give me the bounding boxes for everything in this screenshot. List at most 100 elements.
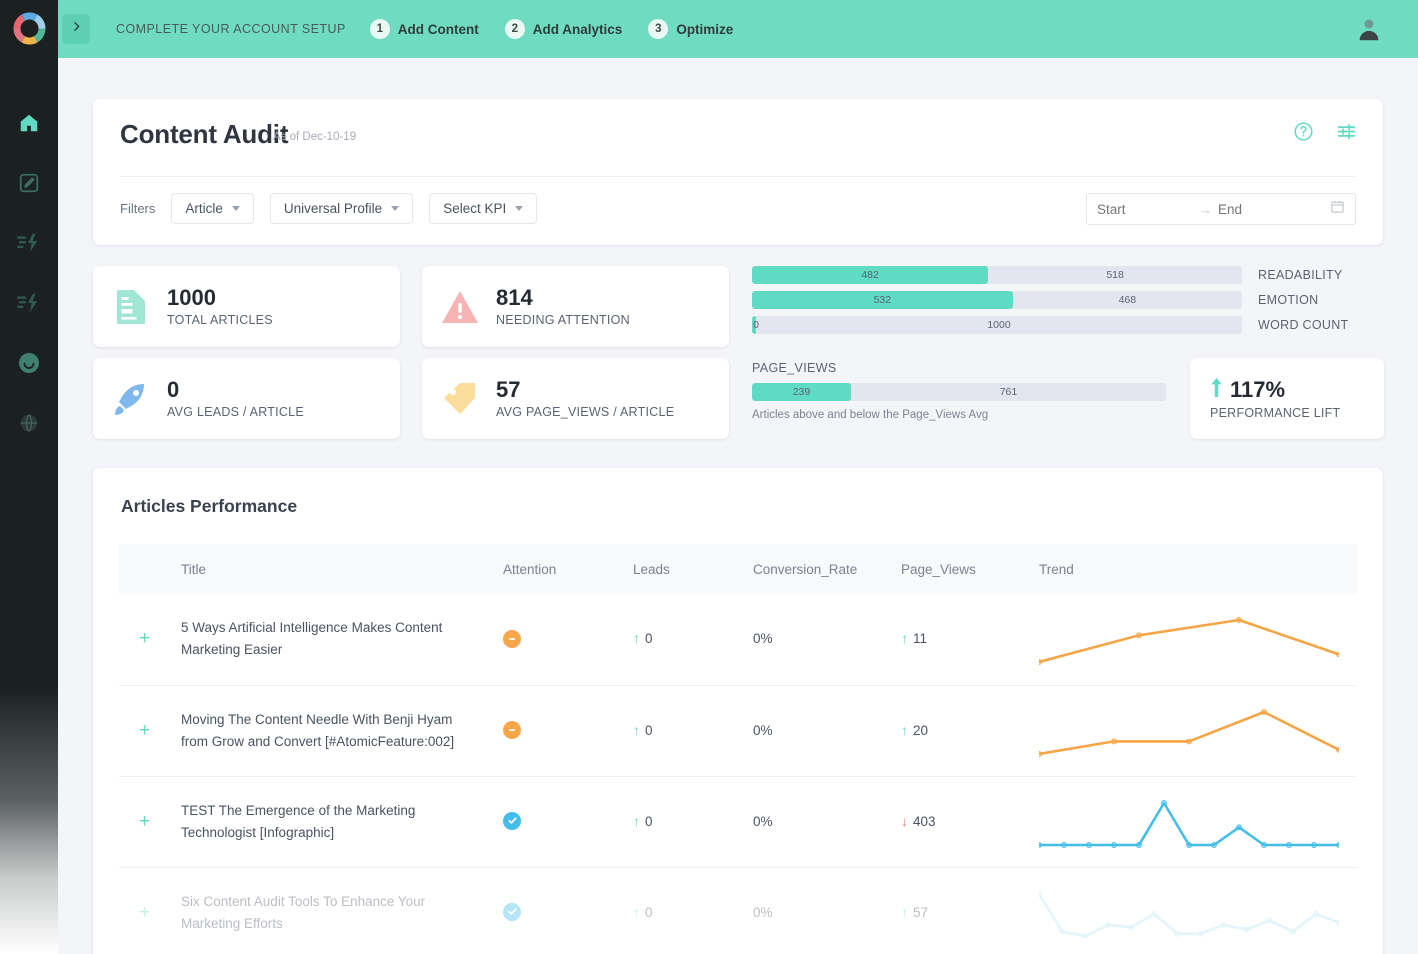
col-leads[interactable]: Leads [633,544,753,594]
kpi-needing-attention[interactable]: 814 NEEDING ATTENTION [422,266,729,347]
row-attention-cell [503,594,633,686]
as-of-date: As of Dec-10-19 [273,131,357,143]
table-row[interactable]: + Moving The Content Needle With Benji Hy… [119,685,1357,777]
row-title-cell[interactable]: Six Content Audit Tools To Enhance Your … [181,867,503,954]
setup-banner-label: COMPLETE YOUR ACCOUNT SETUP [116,22,346,36]
kpi-label: AVG LEADS / ARTICLE [167,404,304,419]
page-views-title: PAGE_VIEWS [752,361,837,375]
kpi-filter-dropdown[interactable]: Select KPI [429,193,538,224]
document-icon [111,286,151,328]
row-expand-cell[interactable]: + [119,685,181,777]
bar-value-optimized: 532 [873,294,892,306]
step-number: 3 [648,19,669,39]
rail-item-sentiment[interactable] [0,335,58,395]
plus-icon[interactable]: + [119,811,150,832]
check-circle-icon [503,811,521,830]
col-conversion-rate[interactable]: Conversion_Rate [753,544,901,594]
row-conversion-cell: 0% [753,594,901,686]
rail-item-editor[interactable] [0,155,58,215]
rail-item-optimize[interactable] [0,275,58,335]
table-header-row: Title Attention Leads Conversion_Rate Pa… [119,544,1357,594]
row-title-cell[interactable]: Moving The Content Needle With Benji Hya… [181,685,503,777]
setup-step-add-content[interactable]: 1 Add Content [369,19,479,39]
arrow-up-icon: ↑ [633,903,640,920]
step-number: 2 [504,19,525,39]
row-trend-cell[interactable] [1039,776,1357,868]
row-page-views-cell: ↑ 20 [901,685,1039,777]
rocket-icon [111,378,151,420]
page-views-below-value: 761 [999,386,1018,398]
check-circle-icon [503,902,521,921]
bar-value-remaining: 468 [1118,294,1137,306]
help-circle-icon[interactable] [1293,121,1314,147]
performance-lift-value: 117% [1230,377,1286,402]
row-conversion-cell: 0% [753,776,901,868]
kpi-label: TOTAL ARTICLES [167,312,273,327]
row-trend-cell[interactable] [1039,867,1357,954]
row-leads-cell: ↑ 0 [633,867,753,954]
row-title-cell[interactable]: 5 Ways Artificial Intelligence Makes Con… [181,594,503,686]
rail-item-analytics[interactable] [0,215,58,275]
arrow-up-icon: ↑ [901,721,908,738]
calendar-icon[interactable] [1330,199,1345,219]
bar-value-optimized: 482 [861,269,879,281]
profile-filter-value: Universal Profile [283,201,383,216]
table-title: Articles Performance [121,496,298,516]
filters-row: Filters Article Universal Profile Select… [120,193,538,224]
kpi-avg-page-views[interactable]: 57 AVG PAGE_VIEWS / ARTICLE [422,358,729,439]
date-range-picker[interactable]: → [1086,193,1356,225]
profile-filter-dropdown[interactable]: Universal Profile [269,193,414,224]
col-expand [119,544,181,594]
articles-table: Title Attention Leads Conversion_Rate Pa… [119,544,1357,954]
performance-lift-card[interactable]: 117% PERFORMANCE LIFT [1190,358,1384,439]
setup-step-optimize[interactable]: 3 Optimize [648,19,733,39]
left-nav-rail [0,0,58,954]
col-attention[interactable]: Attention [503,544,633,594]
row-title: 5 Ways Artificial Intelligence Makes Con… [181,620,443,658]
page-views-track[interactable]: 239 761 [752,383,1166,401]
article-filter-dropdown[interactable]: Article [171,193,254,224]
col-page-views[interactable]: Page_Views [901,544,1039,594]
header-actions [1293,121,1357,147]
kpi-label: NEEDING ATTENTION [496,312,630,327]
kpi-avg-leads[interactable]: 0 AVG LEADS / ARTICLE [93,358,400,439]
table-row[interactable]: + TEST The Emergence of the Marketing Tec… [119,776,1357,868]
row-trend-cell[interactable] [1039,594,1357,686]
bar-track[interactable]: 532 468 [752,291,1242,309]
start-date-input[interactable] [1097,201,1193,217]
end-date-input[interactable] [1218,201,1314,217]
home-icon [18,112,40,139]
sidebar-toggle-button[interactable] [62,14,90,44]
plus-icon[interactable]: + [119,902,150,923]
row-title-cell[interactable]: TEST The Emergence of the Marketing Tech… [181,776,503,868]
trend-sparkline [1039,702,1357,760]
row-trend-cell[interactable] [1039,685,1357,777]
user-avatar-icon[interactable] [1354,14,1384,44]
table-row[interactable]: + Six Content Audit Tools To Enhance Your… [119,867,1357,954]
bar-track[interactable]: 0 1000 [752,316,1242,334]
table-row[interactable]: +5 Ways Artificial Intelligence Makes Co… [119,594,1357,686]
page-title: Content Audit [120,119,289,149]
kpi-value: 814 [496,285,533,311]
row-expand-cell[interactable]: + [119,776,181,868]
sliders-icon[interactable] [1336,121,1357,147]
row-expand-cell[interactable]: + [119,594,181,686]
rail-item-home[interactable] [0,95,58,155]
articles-performance-card: Articles Performance Title Attention Lea… [93,468,1383,954]
col-trend[interactable]: Trend [1039,544,1357,594]
setup-step-add-analytics[interactable]: 2 Add Analytics [504,19,622,39]
kpi-total-articles[interactable]: 1000 TOTAL ARTICLES [93,266,400,347]
bar-track[interactable]: 482 518 [752,266,1242,284]
plus-icon[interactable]: + [119,628,150,649]
ring-logo-icon[interactable] [7,6,52,51]
row-expand-cell[interactable]: + [119,867,181,954]
plus-icon[interactable]: + [119,720,150,741]
page-views-note: Articles above and below the Page_Views … [752,409,989,421]
row-attention-cell [503,685,633,777]
col-title[interactable]: Title [181,544,503,594]
row-leads-cell: ↑ 0 [633,776,753,868]
page-content: Content Audit As of Dec-10-19 Filters Ar… [58,58,1418,954]
bar-value-remaining: 1000 [987,319,1011,331]
bar-row-emotion: 532 468 EMOTION [752,291,1352,309]
rail-item-globe[interactable] [0,395,58,455]
